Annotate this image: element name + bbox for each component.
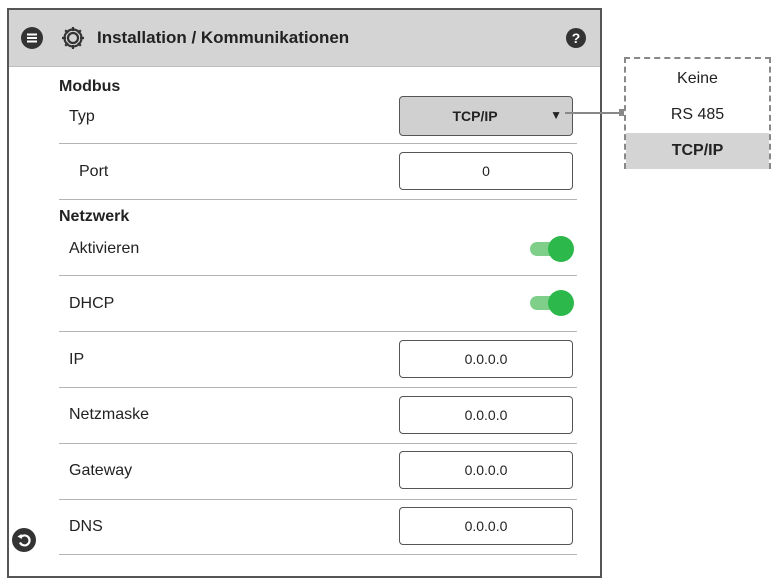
port-label: Port [79,163,109,180]
gear-icon [62,27,84,49]
toggle-knob [548,236,574,262]
typ-select-value: TCP/IP [452,108,498,124]
gateway-label: Gateway [69,462,133,479]
netzmaske-label: Netzmaske [69,406,150,423]
menu-icon[interactable] [21,27,43,49]
option-keine[interactable]: Keine [626,61,769,97]
back-icon[interactable] [12,528,36,552]
divider [59,387,577,388]
modbus-section-title: Modbus [59,78,121,95]
divider [59,199,577,200]
dhcp-label: DHCP [69,295,115,312]
netzmaske-input[interactable]: 0.0.0.0 [399,396,573,434]
divider [59,499,577,500]
dropdown-connector-line [565,112,620,114]
toggle-knob [548,290,574,316]
option-rs485[interactable]: RS 485 [626,97,769,133]
divider [59,554,577,555]
chevron-down-icon: ▼ [550,108,562,122]
svg-text:?: ? [572,30,581,46]
ip-input[interactable]: 0.0.0.0 [399,340,573,378]
divider [59,443,577,444]
help-icon[interactable]: ? [566,28,586,48]
dns-label: DNS [69,518,103,535]
page-title: Installation / Kommunikationen [97,28,350,47]
ip-label: IP [69,351,85,368]
title-bar: Installation / Kommunikationen ? [9,10,600,67]
typ-dropdown-options: Keine RS 485 TCP/IP [624,57,771,169]
port-input[interactable]: 0 [399,152,573,190]
option-tcpip[interactable]: TCP/IP [626,133,769,169]
divider [59,143,577,144]
divider [59,331,577,332]
typ-select[interactable]: TCP/IP ▼ [399,96,573,136]
aktivieren-label: Aktivieren [69,240,140,257]
aktivieren-toggle[interactable] [528,236,574,262]
gateway-input[interactable]: 0.0.0.0 [399,451,573,489]
dhcp-toggle[interactable] [528,290,574,316]
netzwerk-section-title: Netzwerk [59,208,130,225]
settings-panel: Installation / Kommunikationen ? Modbus … [7,8,602,578]
typ-label: Typ [69,108,95,125]
divider [59,275,577,276]
dns-input[interactable]: 0.0.0.0 [399,507,573,545]
